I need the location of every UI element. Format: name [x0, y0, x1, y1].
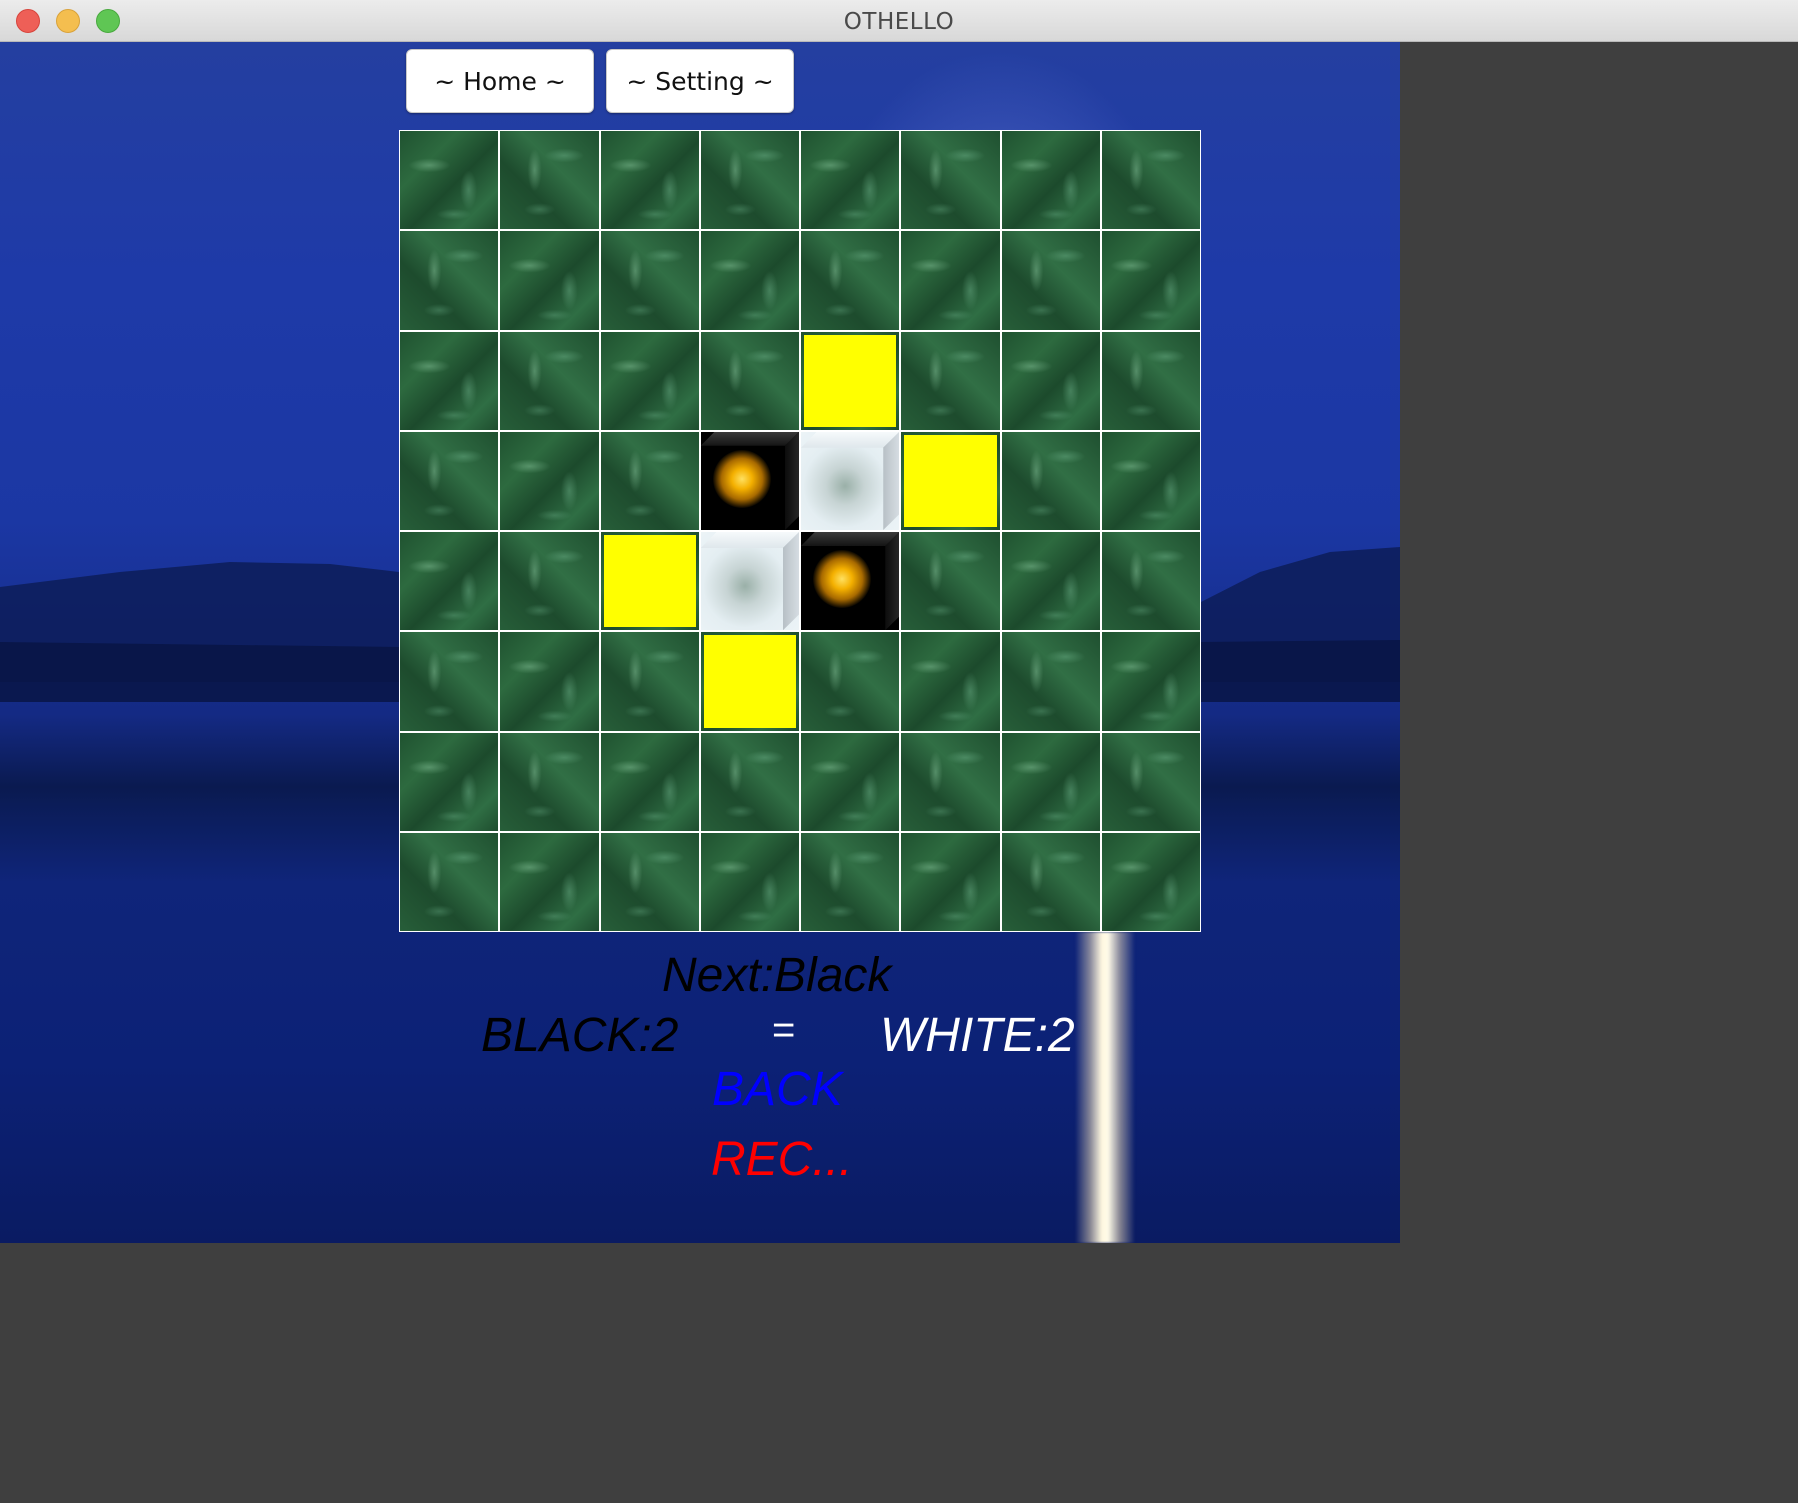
board-cell[interactable] — [600, 431, 699, 530]
board-cell[interactable] — [400, 131, 499, 230]
board-cell[interactable] — [1101, 131, 1200, 230]
board-cell[interactable] — [801, 832, 900, 931]
black-piece-top-face — [700, 431, 799, 446]
board-cell[interactable] — [801, 431, 900, 530]
board-cell[interactable] — [901, 632, 1000, 731]
board-cell[interactable] — [600, 732, 699, 831]
white-piece — [700, 532, 799, 631]
white-piece-top-face — [801, 431, 900, 448]
board-cell[interactable] — [500, 231, 599, 330]
black-piece-glow — [712, 449, 771, 508]
board-cell[interactable] — [400, 532, 499, 631]
white-piece-top-face — [700, 532, 799, 548]
board-cell[interactable] — [400, 632, 499, 731]
black-piece-side-face — [785, 431, 799, 530]
board-cell[interactable] — [1101, 231, 1200, 330]
black-piece — [700, 431, 799, 530]
board-cell[interactable] — [700, 331, 799, 430]
board-cell[interactable] — [400, 231, 499, 330]
title-bar: OTHELLO — [0, 0, 1798, 42]
board-cell[interactable] — [1001, 331, 1100, 430]
board-cell[interactable] — [500, 632, 599, 731]
board-cell[interactable] — [1001, 131, 1100, 230]
board-cell[interactable] — [700, 431, 799, 530]
board-cell[interactable] — [400, 832, 499, 931]
board-cell[interactable] — [700, 131, 799, 230]
board-cell[interactable] — [600, 832, 699, 931]
home-button[interactable]: ~ Home ~ — [406, 49, 594, 113]
board-cell[interactable] — [400, 331, 499, 430]
white-piece-side-face — [883, 431, 900, 530]
back-button[interactable]: BACK — [712, 1062, 843, 1117]
board-cell[interactable] — [801, 131, 900, 230]
board-cell[interactable] — [700, 532, 799, 631]
board-cell[interactable] — [1101, 632, 1200, 731]
board-cell[interactable] — [1001, 632, 1100, 731]
board-cell[interactable] — [801, 532, 900, 631]
black-piece-glow — [813, 550, 871, 608]
moon-reflection — [1075, 932, 1135, 1243]
board-cell[interactable] — [600, 532, 699, 631]
board-cell[interactable] — [1101, 732, 1200, 831]
board-cell[interactable] — [700, 231, 799, 330]
black-score: BLACK:2 — [481, 1009, 679, 1062]
black-piece-side-face — [885, 532, 900, 631]
score-comparison: = — [772, 1008, 796, 1052]
board-cell[interactable] — [901, 131, 1000, 230]
valid-move-marker[interactable] — [904, 434, 997, 527]
board-cell[interactable] — [600, 131, 699, 230]
setting-button[interactable]: ~ Setting ~ — [606, 49, 794, 113]
board-cell[interactable] — [1001, 431, 1100, 530]
board-cell[interactable] — [500, 131, 599, 230]
board-cell[interactable] — [901, 231, 1000, 330]
board-cell[interactable] — [901, 732, 1000, 831]
black-piece-top-face — [801, 532, 900, 546]
board-cell[interactable] — [801, 331, 900, 430]
board-cell[interactable] — [500, 431, 599, 530]
window-title: OTHELLO — [843, 9, 955, 35]
board-cell[interactable] — [801, 231, 900, 330]
board-cell[interactable] — [1001, 732, 1100, 831]
valid-move-marker[interactable] — [603, 535, 696, 628]
valid-move-marker[interactable] — [703, 635, 796, 728]
board-cell[interactable] — [600, 632, 699, 731]
board-cell[interactable] — [500, 331, 599, 430]
next-player-label: Next:Black — [662, 949, 892, 1002]
record-button[interactable]: REC... — [711, 1132, 852, 1187]
board-cell[interactable] — [700, 832, 799, 931]
white-piece-side-face — [783, 532, 799, 631]
board-cell[interactable] — [700, 632, 799, 731]
game-panel: ~ Home ~ ~ Setting ~ Next:Black BLACK:2 … — [0, 42, 1400, 1243]
board-cell[interactable] — [600, 331, 699, 430]
board-cell[interactable] — [700, 732, 799, 831]
board-cell[interactable] — [1001, 532, 1100, 631]
board-cell[interactable] — [801, 732, 900, 831]
black-piece — [801, 532, 900, 631]
board-cell[interactable] — [901, 331, 1000, 430]
board-cell[interactable] — [901, 431, 1000, 530]
board-cell[interactable] — [1001, 231, 1100, 330]
othello-board — [399, 130, 1201, 932]
board-cell[interactable] — [901, 832, 1000, 931]
white-piece — [801, 431, 900, 530]
board-cell[interactable] — [1101, 832, 1200, 931]
board-cell[interactable] — [1001, 832, 1100, 931]
board-cell[interactable] — [801, 632, 900, 731]
board-cell[interactable] — [600, 231, 699, 330]
board-cell[interactable] — [500, 732, 599, 831]
othello-window: OTHELLO ~ Home ~ ~ Setting ~ Next:Black … — [0, 0, 1798, 1503]
board-cell[interactable] — [500, 832, 599, 931]
valid-move-marker[interactable] — [804, 334, 897, 427]
board-cell[interactable] — [400, 732, 499, 831]
board-cell[interactable] — [1101, 431, 1200, 530]
board-cell[interactable] — [1101, 331, 1200, 430]
board-cell[interactable] — [400, 431, 499, 530]
white-score: WHITE:2 — [880, 1009, 1075, 1062]
board-cell[interactable] — [1101, 532, 1200, 631]
board-cell[interactable] — [901, 532, 1000, 631]
board-cell[interactable] — [500, 532, 599, 631]
